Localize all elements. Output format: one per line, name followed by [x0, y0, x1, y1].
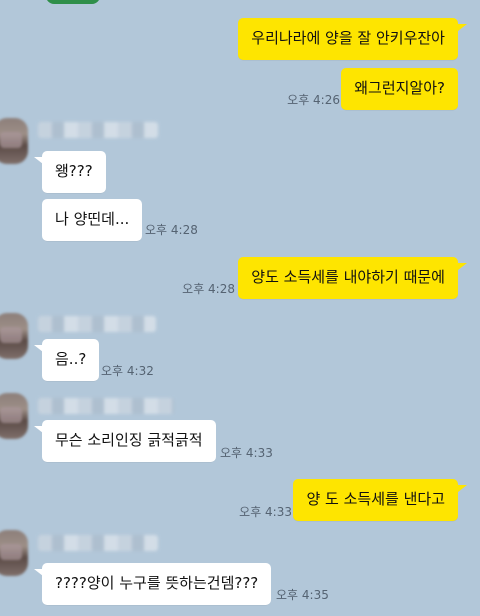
friend-name — [38, 398, 174, 414]
bubble-tail — [34, 426, 43, 433]
bubble-tail — [458, 24, 467, 31]
bubble-tail — [458, 485, 467, 492]
incoming-message-bubble[interactable]: 무슨 소리인징 긁적긁적 — [42, 420, 216, 462]
outgoing-message-bubble[interactable]: 양도 소득세를 내야하기 때문에 — [238, 257, 458, 299]
friend-avatar[interactable] — [0, 530, 28, 576]
friend-avatar[interactable] — [0, 393, 28, 439]
message-timestamp: 오후 4:32 — [101, 364, 154, 378]
message-timestamp: 오후 4:35 — [276, 588, 329, 602]
bubble-tail — [458, 263, 467, 270]
friend-avatar[interactable] — [0, 313, 28, 359]
message-timestamp: 오후 4:28 — [182, 282, 235, 296]
friend-name — [38, 316, 156, 332]
incoming-message-bubble[interactable]: 나 양띤데... — [42, 199, 143, 241]
message-timestamp: 오후 4:33 — [239, 505, 292, 519]
friend-name — [38, 535, 158, 551]
incoming-message-bubble[interactable]: 왱??? — [42, 151, 106, 193]
outgoing-message-bubble[interactable]: 우리나라에 양을 잘 안키우잔아 — [238, 18, 458, 60]
bubble-tail — [34, 569, 43, 576]
outgoing-message-bubble[interactable]: 양 도 소득세를 낸다고 — [293, 479, 458, 521]
message-timestamp: 오후 4:28 — [145, 223, 198, 237]
incoming-message-bubble[interactable]: ????양이 누구를 뜻하는건뎀??? — [42, 563, 272, 605]
bubble-tail — [34, 345, 43, 352]
incoming-message-bubble[interactable]: 음..? — [42, 339, 100, 381]
sticker-fragment — [46, 0, 100, 4]
bubble-tail — [34, 157, 43, 164]
friend-avatar[interactable] — [0, 118, 28, 164]
friend-name — [38, 122, 158, 138]
message-timestamp: 오후 4:33 — [220, 446, 273, 460]
message-timestamp: 오후 4:26 — [287, 93, 340, 107]
outgoing-message-bubble[interactable]: 왜그런지알아? — [341, 68, 458, 110]
